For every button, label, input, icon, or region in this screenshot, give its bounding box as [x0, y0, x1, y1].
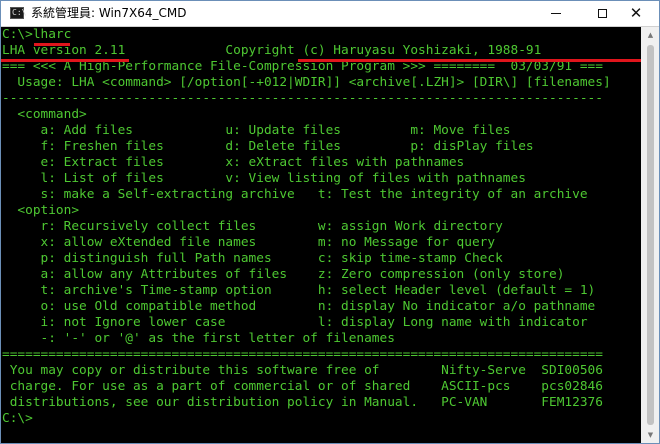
console-line: C:\> [2, 411, 33, 426]
version-underline [1, 59, 129, 62]
console-line: <command> [2, 107, 87, 122]
cmd-icon-label: C:\ [12, 8, 27, 17]
console-line: charge. For use as a part of commercial … [2, 379, 603, 394]
console-line: a: Add files u: Update files m: Move fil… [2, 123, 511, 138]
command-underline [34, 43, 70, 46]
console-output[interactable]: C:\>lharc LHA version 2.11 Copyright (c)… [2, 27, 640, 443]
console-line: You may copy or distribute this software… [2, 363, 603, 378]
scrollbar-thumb[interactable] [647, 45, 654, 425]
scroll-up-icon[interactable]: ▲ [641, 27, 659, 43]
minimize-button[interactable] [533, 1, 579, 26]
console-line: f: Freshen files d: Delete files p: disP… [2, 139, 534, 154]
prompt-line: C:\>lharc [2, 27, 72, 42]
maximize-icon [597, 9, 607, 18]
console-window: C:\ 系統管理員: Win7X64_CMD ✕ C:\>lharc LHA v… [0, 0, 660, 444]
copyright-underline [298, 59, 641, 62]
console-line: <option> [2, 203, 80, 218]
console-line: l: List of files v: View listing of file… [2, 171, 526, 186]
close-button[interactable]: ✕ [613, 1, 659, 26]
vertical-scrollbar[interactable]: ▲ ▼ [641, 27, 659, 443]
console-line: distributions, see our distribution poli… [2, 395, 603, 410]
console-line: p: distinguish full Path names c: skip t… [2, 251, 503, 266]
minimize-icon [551, 13, 561, 14]
console-line: o: use Old compatible method n: display … [2, 299, 596, 314]
window-title: 系統管理員: Win7X64_CMD [31, 6, 187, 20]
title-bar[interactable]: C:\ 系統管理員: Win7X64_CMD ✕ [1, 1, 659, 27]
console-line: ----------------------------------------… [2, 91, 603, 106]
console-line: a: allow any Attributes of files z: Zero… [2, 267, 565, 282]
console-line: ========================================… [2, 347, 603, 362]
console-line: r: Recursively collect files w: assign W… [2, 219, 503, 234]
console-line: Usage: LHA <command> [/option[-+012|WDIR… [2, 75, 611, 90]
console-line: x: allow eXtended file names m: no Messa… [2, 235, 496, 250]
scroll-down-icon[interactable]: ▼ [641, 427, 659, 443]
console-line: i: not Ignore lower case l: display Long… [2, 315, 588, 330]
close-icon: ✕ [629, 4, 643, 22]
console-line: e: Extract files x: eXtract files with p… [2, 155, 465, 170]
console-line: t: archive's Time-stamp option h: select… [2, 283, 596, 298]
console-line: -: '-' or '@' as the first letter of fil… [2, 331, 395, 346]
console-line: s: make a Self-extracting archive t: Tes… [2, 187, 588, 202]
console-line: LHA version 2.11 Copyright (c) Haruyasu … [2, 43, 542, 58]
cmd-icon[interactable]: C:\ [10, 7, 27, 19]
